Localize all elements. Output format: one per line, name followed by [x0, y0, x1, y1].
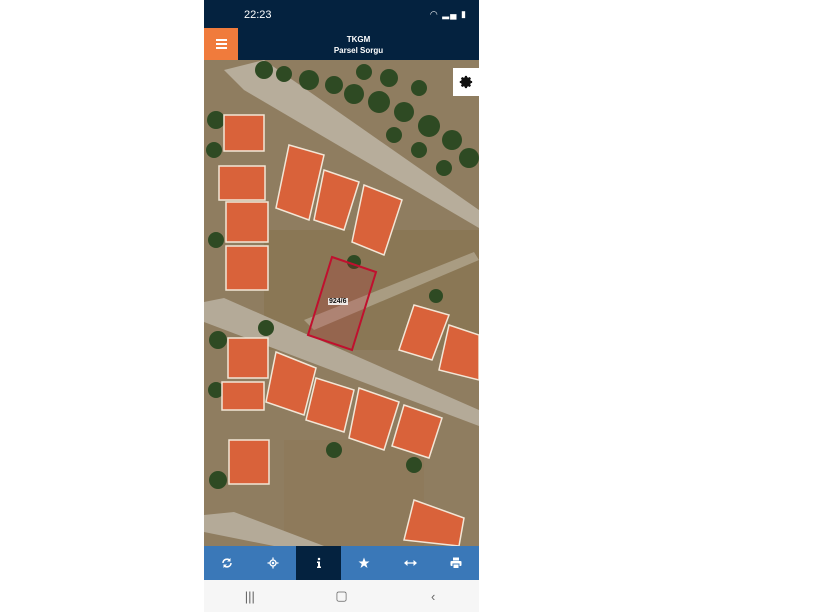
hamburger-menu-icon: [215, 37, 227, 51]
app-title-block: TKGM Parsel Sorgu: [238, 28, 479, 60]
locate-icon: [267, 557, 279, 569]
refresh-button[interactable]: [204, 546, 250, 580]
measure-icon: [403, 560, 417, 566]
parcel-label[interactable]: 924/6: [328, 298, 348, 305]
recent-apps-icon: |||: [244, 588, 255, 604]
info-icon: [316, 557, 321, 568]
signal-icon: ▂▄: [442, 9, 458, 19]
home-button[interactable]: ▢: [311, 588, 371, 604]
gear-icon: [459, 75, 473, 89]
back-button[interactable]: ‹: [403, 589, 463, 604]
system-nav-bar: ||| ▢ ‹: [204, 580, 479, 612]
info-button[interactable]: [295, 546, 342, 580]
refresh-icon: [222, 558, 232, 568]
star-icon: [358, 557, 370, 568]
battery-icon: ▮: [461, 9, 467, 19]
favorites-button[interactable]: [341, 546, 387, 580]
app-subtitle: Parsel Sorgu: [333, 46, 384, 55]
menu-button[interactable]: [204, 28, 238, 60]
app-bar: TKGM Parsel Sorgu: [204, 28, 479, 60]
map-settings-button[interactable]: [453, 68, 479, 96]
recent-apps-button[interactable]: |||: [220, 589, 280, 604]
app-title: TKGM: [346, 35, 371, 44]
wifi-icon: ◠: [429, 9, 439, 19]
print-icon: [450, 557, 462, 569]
status-icons: ◠ ▂▄ ▮: [430, 9, 467, 20]
satellite-map[interactable]: 924/6: [204, 60, 479, 546]
status-time: 22:23: [244, 9, 272, 21]
locate-button[interactable]: [250, 546, 296, 580]
phone-screen: 22:23 ◠ ▂▄ ▮ TKGM Parsel Sorgu 924/6 |||…: [204, 0, 479, 612]
home-icon: ▢: [335, 588, 348, 603]
status-bar: 22:23 ◠ ▂▄ ▮: [204, 0, 479, 28]
print-button[interactable]: [433, 546, 479, 580]
bottom-toolbar: [204, 546, 479, 580]
measure-button[interactable]: [387, 546, 433, 580]
back-icon: ‹: [430, 588, 436, 604]
